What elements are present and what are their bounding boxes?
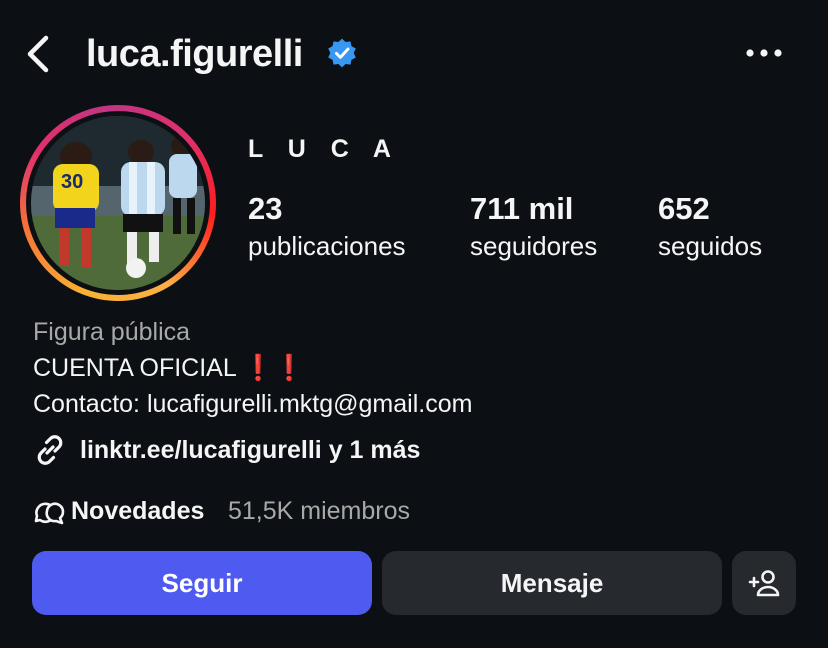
follow-button[interactable]: Seguir — [32, 551, 372, 615]
profile-avatar[interactable]: 30 — [31, 116, 205, 290]
profile-category: Figura pública — [33, 318, 191, 346]
bio-link[interactable]: linktr.ee/lucafigurelli y 1 más — [80, 434, 420, 466]
posts-count[interactable]: 23 — [248, 190, 282, 228]
more-horizontal-icon — [746, 49, 782, 57]
svg-text:30: 30 — [61, 171, 83, 193]
verified-badge-icon — [326, 37, 358, 69]
profile-photo: 30 — [31, 116, 205, 290]
profile-username: luca.figurelli — [86, 33, 303, 75]
more-options-button[interactable] — [744, 46, 784, 60]
add-person-icon — [748, 570, 780, 597]
following-count[interactable]: 652 — [658, 190, 710, 228]
suggested-accounts-button[interactable] — [732, 551, 796, 615]
channel-name[interactable]: Novedades — [71, 495, 204, 527]
link-icon — [33, 433, 67, 467]
bio-contact: Contacto: lucafigurelli.mktg@gmail.com — [33, 390, 473, 418]
followers-label[interactable]: seguidores — [470, 230, 597, 262]
message-button[interactable]: Mensaje — [382, 551, 722, 615]
chevron-left-icon — [27, 35, 49, 73]
posts-label[interactable]: publicaciones — [248, 230, 406, 262]
bio-line: CUENTA OFICIAL ❗️❗️ — [33, 354, 306, 382]
display-name: L U C A — [248, 135, 400, 163]
channel-members: 51,5K miembros — [228, 497, 411, 525]
following-label[interactable]: seguidos — [658, 230, 762, 262]
broadcast-channel-icon — [33, 496, 65, 526]
back-button[interactable] — [22, 34, 58, 74]
followers-count[interactable]: 711 mil — [470, 190, 573, 228]
